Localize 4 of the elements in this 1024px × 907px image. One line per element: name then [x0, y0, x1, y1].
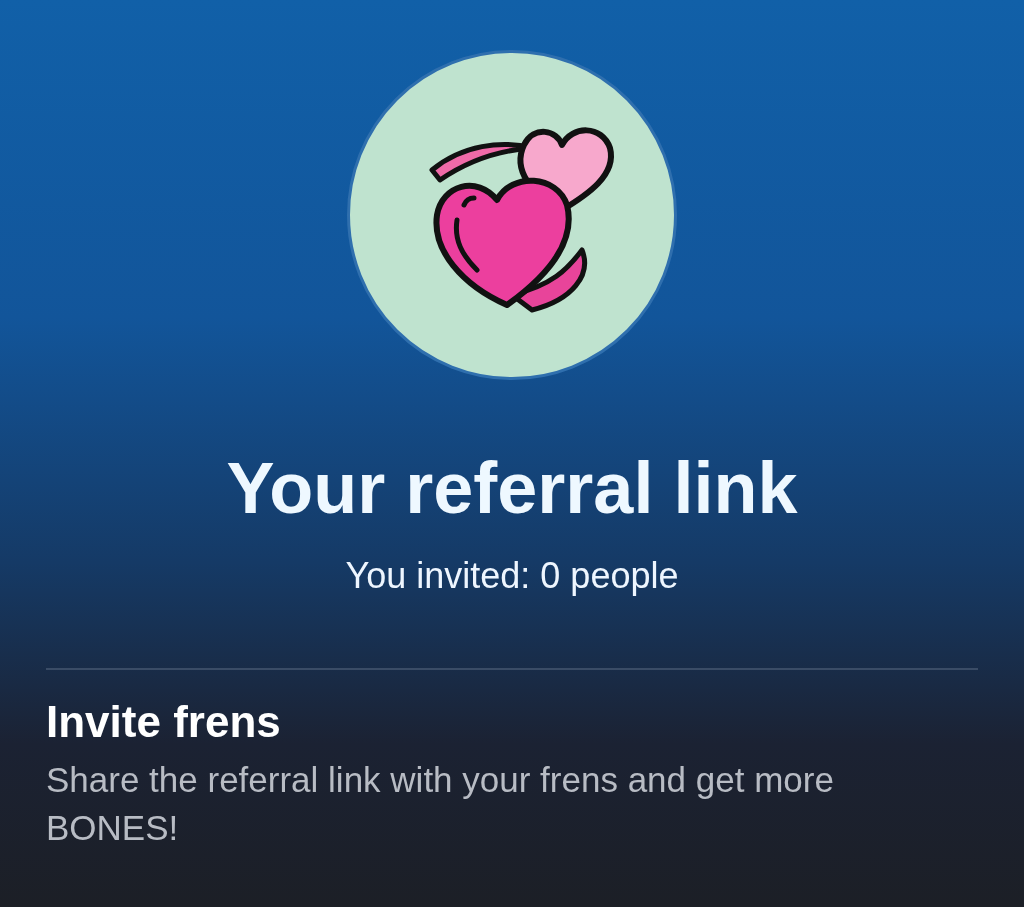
- invited-count: You invited: 0 people: [345, 558, 679, 594]
- section-heading: Invite frens: [46, 698, 282, 747]
- page-title: Your referral link: [226, 452, 798, 524]
- section-description: Share the referral link with your frens and get more BONES!: [46, 759, 835, 849]
